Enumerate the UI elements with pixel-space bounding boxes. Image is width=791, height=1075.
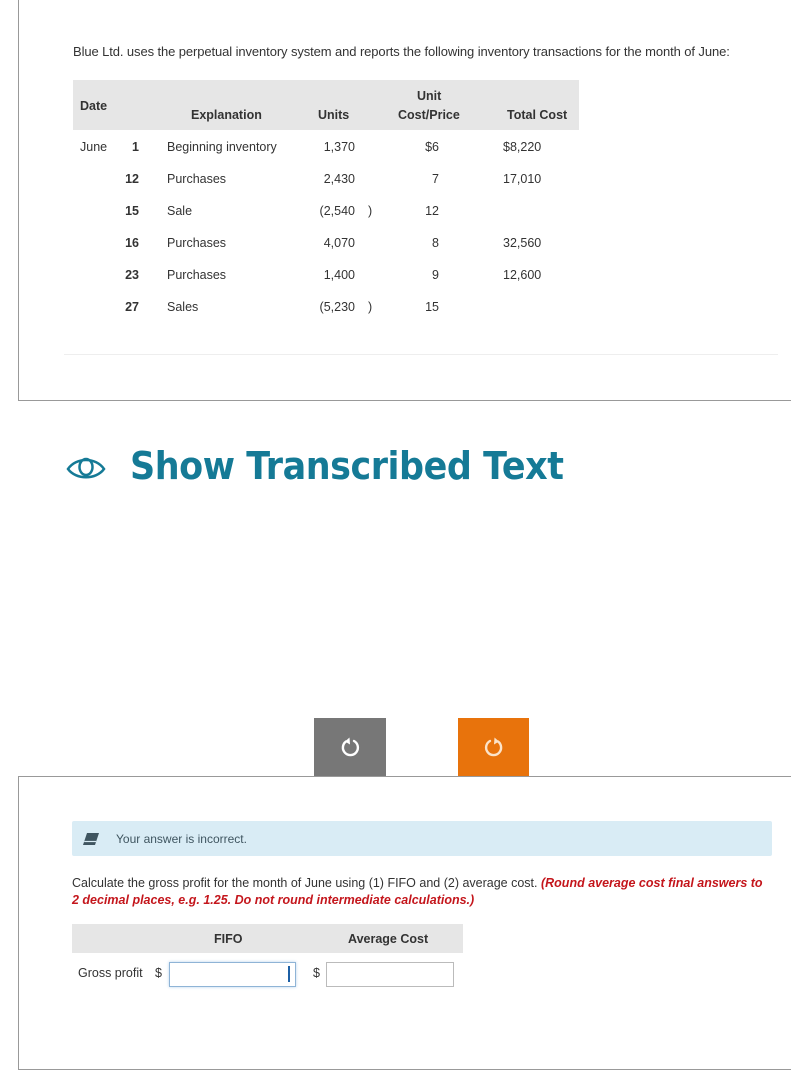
header-units: Units bbox=[318, 108, 350, 122]
row-unit-cost: 9 bbox=[432, 268, 439, 282]
row-day: 27 bbox=[125, 300, 139, 314]
average-cost-gross-profit-input[interactable] bbox=[326, 962, 454, 987]
row-explanation: Beginning inventory bbox=[167, 140, 277, 154]
inventory-table-header: Date Explanation Units Unit Cost/Price T… bbox=[73, 80, 579, 130]
eraser-icon bbox=[83, 832, 99, 845]
row-units-close-paren: ) bbox=[368, 300, 373, 314]
row-unit-cost: 7 bbox=[432, 172, 439, 186]
row-day: 23 bbox=[125, 268, 139, 282]
row-day: 15 bbox=[125, 204, 139, 218]
row-units: 1,370 bbox=[323, 140, 355, 154]
header-unit-cost-line2: Cost/Price bbox=[398, 108, 460, 122]
row-day: 1 bbox=[132, 140, 139, 154]
question-text: Calculate the gross profit for the month… bbox=[72, 875, 772, 909]
row-unit-cost: 15 bbox=[425, 300, 439, 314]
row-day: 16 bbox=[125, 236, 139, 250]
row-explanation: Purchases bbox=[167, 268, 227, 282]
row-total-cost: 17,010 bbox=[503, 172, 542, 186]
header-fifo: FIFO bbox=[214, 932, 243, 946]
row-units: (2,540 bbox=[319, 204, 355, 218]
problem-intro: Blue Ltd. uses the perpetual inventory s… bbox=[73, 44, 730, 59]
question-body: Calculate the gross profit for the month… bbox=[72, 876, 541, 890]
row-explanation: Sale bbox=[167, 204, 193, 218]
row-units: 2,430 bbox=[323, 172, 355, 186]
row-unit-cost: 12 bbox=[425, 204, 439, 218]
row-total-cost: 32,560 bbox=[503, 236, 542, 250]
average-currency-symbol: $ bbox=[313, 966, 320, 980]
row-month: June bbox=[80, 140, 108, 154]
row-units: 1,400 bbox=[323, 268, 355, 282]
row-explanation: Purchases bbox=[167, 172, 227, 186]
row-explanation: Sales bbox=[167, 300, 199, 314]
header-explanation: Explanation bbox=[191, 108, 262, 122]
row-unit-cost: 8 bbox=[432, 236, 439, 250]
row-units-close-paren: ) bbox=[368, 204, 373, 218]
show-transcribed-text-label: Show Transcribed Text bbox=[130, 444, 564, 488]
answer-table-header: FIFO Average Cost bbox=[72, 924, 463, 953]
header-date: Date bbox=[80, 99, 108, 113]
problem-panel bbox=[18, 0, 791, 401]
undo-icon bbox=[341, 737, 360, 757]
header-unit-cost-line1: Unit bbox=[417, 89, 442, 103]
eye-icon bbox=[66, 457, 106, 479]
fifo-currency-symbol: $ bbox=[155, 966, 162, 980]
redo-icon bbox=[484, 737, 502, 757]
text-caret bbox=[288, 966, 290, 982]
undo-button[interactable] bbox=[314, 718, 386, 776]
fifo-gross-profit-input[interactable] bbox=[169, 962, 296, 987]
show-transcribed-text-link[interactable]: Show Transcribed Text bbox=[66, 444, 601, 488]
redo-button[interactable] bbox=[458, 718, 529, 776]
row-total-cost: 12,600 bbox=[503, 268, 542, 282]
row-explanation: Purchases bbox=[167, 236, 227, 250]
row-unit-cost: $6 bbox=[425, 140, 439, 154]
feedback-banner: Your answer is incorrect. bbox=[72, 821, 772, 856]
divider bbox=[64, 354, 778, 355]
gross-profit-label: Gross profit bbox=[78, 966, 143, 980]
row-total-cost: $8,220 bbox=[503, 140, 542, 154]
row-units: 4,070 bbox=[323, 236, 355, 250]
header-average-cost: Average Cost bbox=[348, 932, 429, 946]
row-day: 12 bbox=[125, 172, 139, 186]
header-total-cost: Total Cost bbox=[507, 108, 568, 122]
feedback-message: Your answer is incorrect. bbox=[116, 831, 247, 846]
row-units: (5,230 bbox=[319, 300, 355, 314]
